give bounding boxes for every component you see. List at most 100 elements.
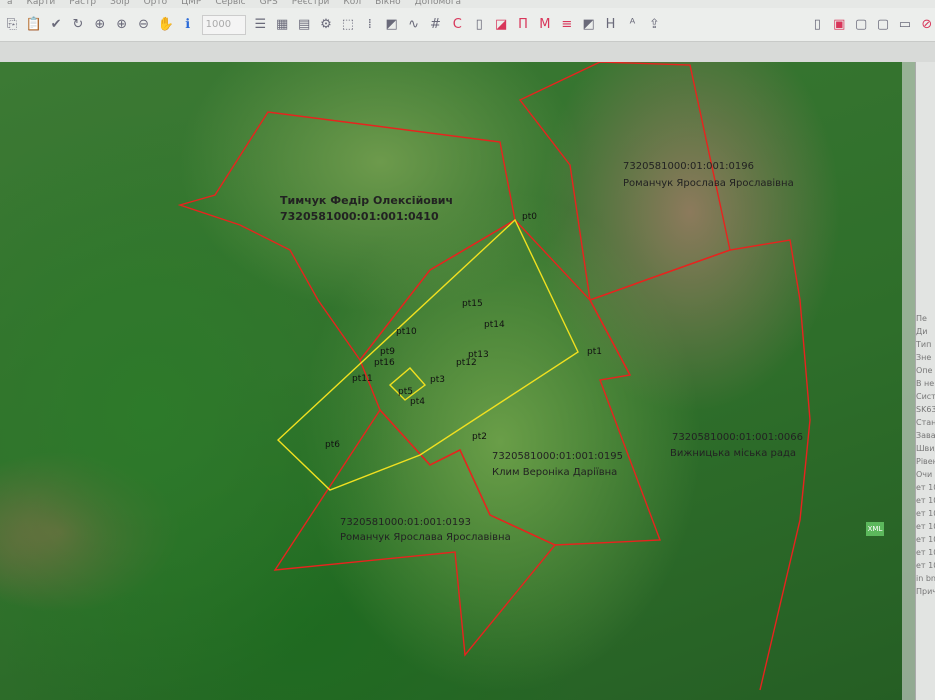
point-label: pt15 (462, 299, 483, 309)
point-label: pt3 (430, 375, 445, 385)
point-label: pt5 (398, 387, 413, 397)
menu-item[interactable]: Реєстри (292, 0, 330, 7)
traffic-icon[interactable]: ⁞ (362, 15, 378, 35)
properties-icon[interactable]: ▤ (296, 15, 312, 35)
c-icon[interactable]: C (449, 15, 465, 35)
panel-text: ет 10 отр (916, 483, 935, 492)
right-panel: Пе Ди Тип Зне Опе В не Систе SK63 Стан ( Завант Шв… (915, 62, 935, 700)
menu-item[interactable]: Зоір (110, 0, 130, 7)
grid-icon[interactable]: # (427, 15, 443, 35)
point-label: pt10 (396, 327, 417, 337)
xml-icon[interactable]: XML (866, 522, 884, 536)
text-icon[interactable]: ᴬ (625, 15, 641, 35)
point-label: pt6 (325, 440, 340, 450)
panel-text: Ди (916, 327, 928, 336)
p-icon[interactable]: П (515, 15, 531, 35)
zoom-select-icon[interactable]: ⊕ (92, 15, 108, 35)
panel-text: in bng_i12 (916, 574, 935, 583)
edit-icon[interactable]: ◩ (384, 15, 400, 35)
scale-input[interactable]: 1000 (201, 14, 247, 35)
check-icon[interactable]: ✔ (48, 15, 64, 35)
panel-text: ет 10 отр (916, 509, 935, 518)
point-label: pt11 (352, 374, 373, 384)
parcel-cadastral-label: 7320581000:01:001:0196 (623, 161, 754, 172)
toolbar: ⎘ 📋 ✔ ↻ ⊕ ⊕ ⊖ ✋ ℹ 1000 ☰ ▦ ▤ ⚙ ⬚ ⁞ ◩ ∿ # C ▯ ◪ П M ≡ ◩ Hᴬ ⇪ ▯ ▣ ▢ ▢ ▭ ⊘ (0, 8, 935, 42)
panel-text: ет 10 отр (916, 548, 935, 557)
point-label: pt1 (587, 347, 602, 357)
panel-text: ет 10 отр (916, 561, 935, 570)
parcel-0410-boundary (177, 111, 516, 362)
point-label: pt16 (374, 358, 395, 368)
panel-text: SK63 (916, 405, 935, 414)
menu-item[interactable]: Кол (343, 0, 361, 7)
menu-item[interactable]: Вікно (375, 0, 401, 7)
menu-item[interactable]: ЦМР (181, 0, 201, 7)
parcel-owner-label: Тимчук Федір Олексійович (280, 194, 454, 207)
parcel-owner-label: Вижницька міська рада (670, 448, 797, 459)
panel-text: В не (916, 379, 935, 388)
frame-icon[interactable]: ▣ (831, 15, 847, 35)
layers-icon[interactable]: ☰ (252, 15, 268, 35)
point-label: pt9 (380, 347, 395, 357)
point-label: pt2 (472, 432, 487, 442)
panel-text: Систе (916, 392, 935, 401)
panel-text: Пе (916, 314, 927, 323)
pan-hand-icon[interactable]: ✋ (158, 15, 174, 35)
panel-text: ет 10 отр (916, 535, 935, 544)
menu-item[interactable]: GPS (260, 0, 278, 7)
panel-text: Завант (916, 431, 935, 440)
m-icon[interactable]: M (537, 15, 553, 35)
point-label: pt0 (522, 212, 537, 222)
table-icon[interactable]: ▦ (274, 15, 290, 35)
h-icon[interactable]: H (603, 15, 619, 35)
parcel-0195-boundary (359, 219, 661, 546)
info-icon[interactable]: ℹ (180, 15, 196, 35)
panel-text: Швидкі (916, 444, 935, 453)
menu-item[interactable]: Допомога (415, 0, 461, 7)
menu-item[interactable]: Растр (69, 0, 96, 7)
parcel-owner-label: Романчук Ярослава Ярославівна (623, 178, 794, 189)
page-icon[interactable]: ▯ (809, 15, 825, 35)
select-icon[interactable]: ⬚ (340, 15, 356, 35)
panel-text: Прич (916, 587, 935, 596)
lines-icon[interactable]: ≡ (559, 15, 575, 35)
menu-item[interactable]: а (7, 0, 13, 7)
panel-text: ет 10 отр (916, 522, 935, 531)
window2-icon[interactable]: ▢ (875, 15, 891, 35)
parcel-0066-boundary (589, 239, 811, 691)
stop-icon[interactable]: ⊘ (919, 15, 935, 35)
panel-text: Стан ( (916, 418, 935, 427)
parcel-overlay (177, 62, 811, 691)
paste-icon[interactable]: 📋 (26, 15, 42, 35)
window-icon[interactable]: ▢ (853, 15, 869, 35)
export-icon[interactable]: ⇪ (646, 15, 662, 35)
zoom-out-icon[interactable]: ⊖ (136, 15, 152, 35)
panel-text: Рівень (916, 457, 935, 466)
menu-item[interactable]: Орто (144, 0, 168, 7)
menu-bar: а Карти Растр Зоір Орто ЦМР Сервіс GPS Реєстри Ко… (0, 0, 935, 8)
survey-polygon (276, 218, 579, 491)
panel-text: Тип (916, 340, 932, 349)
map-canvas[interactable]: Тимчук Федір Олексійович 7320581000:01:0… (0, 62, 915, 700)
parcel-cadastral-label: 7320581000:01:001:0066 (672, 432, 803, 443)
settings-icon[interactable]: ⚙ (318, 15, 334, 35)
curve-icon[interactable]: ∿ (406, 15, 422, 35)
measure-icon[interactable]: ◩ (581, 15, 597, 35)
panel-text: ет 10 отр (916, 496, 935, 505)
parcel-owner-label: Клим Вероніка Даріївна (492, 467, 618, 478)
panel-text: Очи (916, 470, 933, 479)
doc-icon[interactable]: ▯ (471, 15, 487, 35)
copy-icon[interactable]: ⎘ (4, 15, 20, 35)
menu-item[interactable]: Карти (27, 0, 56, 7)
split-icon[interactable]: ◪ (493, 15, 509, 35)
panel-text: Зне (916, 353, 932, 362)
panel-icon[interactable]: ▭ (897, 15, 913, 35)
map-scrollbar[interactable] (902, 62, 915, 700)
panel-text: Опе (916, 366, 933, 375)
zoom-in-icon[interactable]: ⊕ (114, 15, 130, 35)
parcel-owner-label: Романчук Ярослава Ярославівна (340, 532, 511, 543)
parcel-cadastral-label: 7320581000:01:001:0410 (280, 210, 439, 223)
parcel-cadastral-label: 7320581000:01:001:0193 (340, 517, 471, 528)
menu-item[interactable]: Сервіс (215, 0, 245, 7)
redo-icon[interactable]: ↻ (70, 15, 86, 35)
